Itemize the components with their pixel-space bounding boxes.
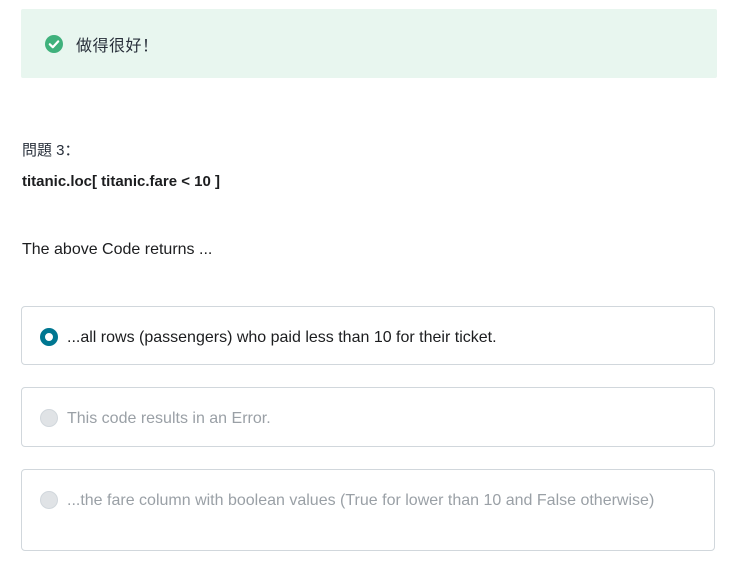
answer-option-1[interactable]: ...all rows (passengers) who paid less t… — [21, 306, 715, 365]
radio-disabled-icon[interactable] — [40, 409, 58, 427]
question-text: The above Code returns ... — [22, 241, 213, 258]
question-code: titanic.loc[ titanic.fare < 10 ] — [22, 173, 220, 190]
feedback-message: 做得很好！ — [76, 37, 159, 55]
answer-label: This code results in an Error. — [67, 410, 271, 427]
answer-option-2[interactable]: This code results in an Error. — [21, 387, 715, 447]
radio-disabled-icon[interactable] — [40, 491, 58, 509]
answer-option-3[interactable]: ...the fare column with boolean values (… — [21, 469, 715, 551]
feedback-banner: 做得很好！ — [21, 9, 717, 78]
radio-selected-icon[interactable] — [40, 328, 58, 346]
check-circle-icon — [45, 34, 63, 53]
answer-label: ...the fare column with boolean values (… — [67, 492, 655, 509]
question-number: 問題 3： — [22, 142, 80, 159]
answer-label: ...all rows (passengers) who paid less t… — [67, 329, 497, 346]
